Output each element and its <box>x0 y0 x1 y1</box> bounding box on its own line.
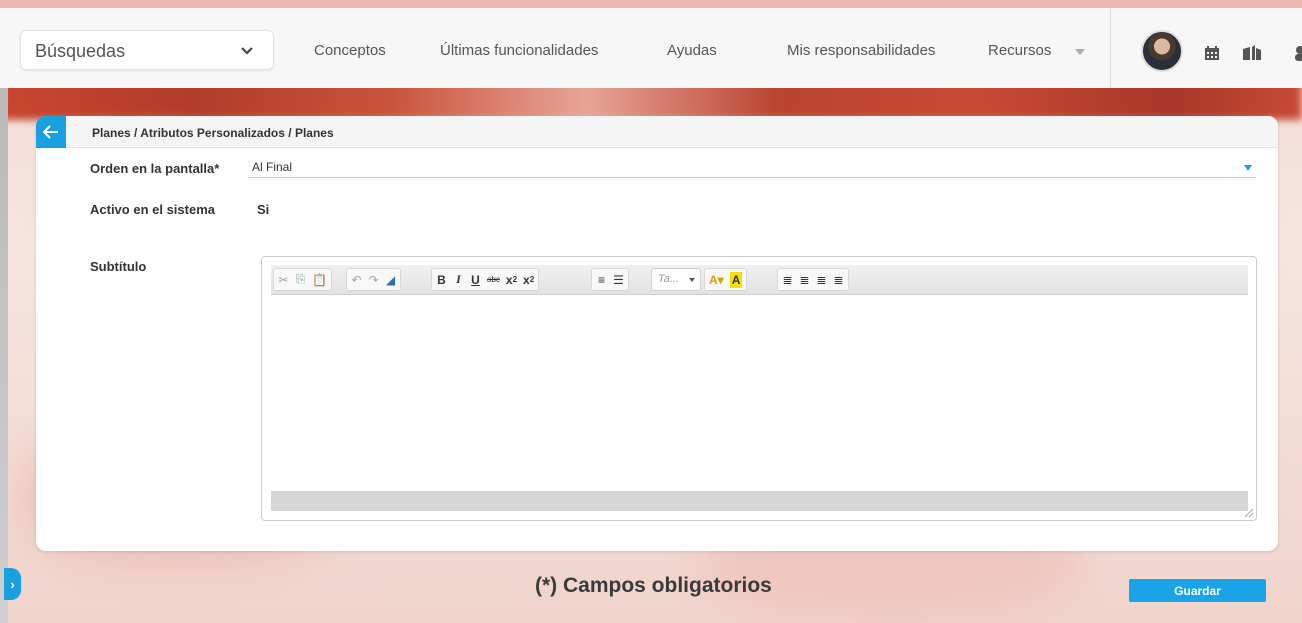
cut-icon[interactable]: ✂ <box>278 272 289 288</box>
books-icon[interactable] <box>1242 45 1262 61</box>
superscript-icon[interactable]: x2 <box>523 272 534 288</box>
form-card: Planes / Atributos Personalizados / Plan… <box>36 116 1278 551</box>
redo-icon[interactable]: ↷ <box>368 272 379 288</box>
avatar[interactable] <box>1141 30 1183 72</box>
dropdown-caret-icon <box>1244 165 1252 171</box>
top-header: Búsquedas Conceptos Últimas funcionalida… <box>0 8 1302 88</box>
justify-icon[interactable]: ≣ <box>833 272 844 288</box>
nav-mis-responsabilidades[interactable]: Mis responsabilidades <box>787 42 935 59</box>
calendar-icon[interactable] <box>1204 45 1220 61</box>
eraser-icon[interactable]: ◢ <box>385 272 396 288</box>
active-value: Si <box>257 202 270 217</box>
order-label: Orden en la pantalla* <box>90 161 220 176</box>
paste-icon[interactable]: 📋 <box>312 272 327 288</box>
order-select[interactable]: Al Final <box>248 158 1256 178</box>
align-left-icon[interactable]: ≣ <box>782 272 793 288</box>
order-value: Al Final <box>252 160 293 174</box>
strikethrough-icon[interactable]: abc <box>487 272 500 288</box>
align-right-icon[interactable]: ≣ <box>816 272 827 288</box>
nav-conceptos[interactable]: Conceptos <box>314 42 386 59</box>
resize-handle-icon[interactable] <box>1244 508 1254 518</box>
copy-icon[interactable]: ⎘ <box>295 272 306 288</box>
combo-caret-icon <box>689 278 695 282</box>
back-button[interactable] <box>36 116 66 148</box>
recursos-caret-icon[interactable] <box>1075 49 1085 55</box>
bulleted-list-icon[interactable]: ☰ <box>613 272 624 288</box>
nav-ultimas-funcionalidades[interactable]: Últimas funcionalidades <box>440 42 598 59</box>
undo-icon[interactable]: ↶ <box>351 272 362 288</box>
history-group: ↶ ↷ ◢ <box>346 268 401 291</box>
align-group: ≣ ≣ ≣ ≣ <box>777 268 849 291</box>
search-dropdown[interactable]: Búsquedas <box>20 30 274 70</box>
subscript-icon[interactable]: x2 <box>506 272 517 288</box>
search-label: Búsquedas <box>35 41 126 61</box>
underline-icon[interactable]: U <box>470 272 481 288</box>
arrow-left-icon <box>43 125 58 139</box>
editor-statusbar <box>271 491 1248 511</box>
bold-icon[interactable]: B <box>436 272 447 288</box>
chevron-right-icon: › <box>10 576 15 592</box>
color-group: A▾ A <box>704 268 748 291</box>
numbered-list-icon[interactable]: ≡ <box>596 272 607 288</box>
style-combo[interactable]: Ta... <box>651 268 701 291</box>
list-group: ≡ ☰ <box>591 268 629 291</box>
subtitle-label: Subtítulo <box>90 259 147 274</box>
italic-icon[interactable]: I <box>453 272 464 288</box>
drawer-toggle-button[interactable]: › <box>4 568 21 600</box>
card-header: Planes / Atributos Personalizados / Plan… <box>36 116 1278 148</box>
chevron-down-icon <box>241 47 253 55</box>
required-fields-note: (*) Campos obligatorios <box>535 574 772 597</box>
active-label: Activo en el sistema <box>90 202 215 217</box>
background-color-icon[interactable]: A <box>729 271 743 288</box>
nav-recursos[interactable]: Recursos <box>988 42 1051 59</box>
editor-toolbar: ✂ ⎘ 📋 ↶ ↷ ◢ B I U abc x2 x2 ≡ ☰ Ta... A▾… <box>271 265 1248 295</box>
user-icon[interactable] <box>1292 45 1302 61</box>
rich-text-editor: ✂ ⎘ 📋 ↶ ↷ ◢ B I U abc x2 x2 ≡ ☰ Ta... A▾… <box>261 256 1257 521</box>
clipboard-group: ✂ ⎘ 📋 <box>273 268 332 291</box>
top-strip <box>0 0 1302 8</box>
editor-content-area[interactable] <box>271 295 1248 491</box>
text-color-icon[interactable]: A▾ <box>709 272 724 288</box>
save-button[interactable]: Guardar <box>1129 579 1266 602</box>
align-center-icon[interactable]: ≣ <box>799 272 810 288</box>
breadcrumb: Planes / Atributos Personalizados / Plan… <box>92 126 334 140</box>
left-drawer-strip <box>0 88 8 623</box>
format-group: B I U abc x2 x2 <box>431 268 540 291</box>
style-combo-value: Ta... <box>658 273 679 285</box>
header-divider <box>1110 8 1111 88</box>
nav-ayudas[interactable]: Ayudas <box>667 42 717 59</box>
